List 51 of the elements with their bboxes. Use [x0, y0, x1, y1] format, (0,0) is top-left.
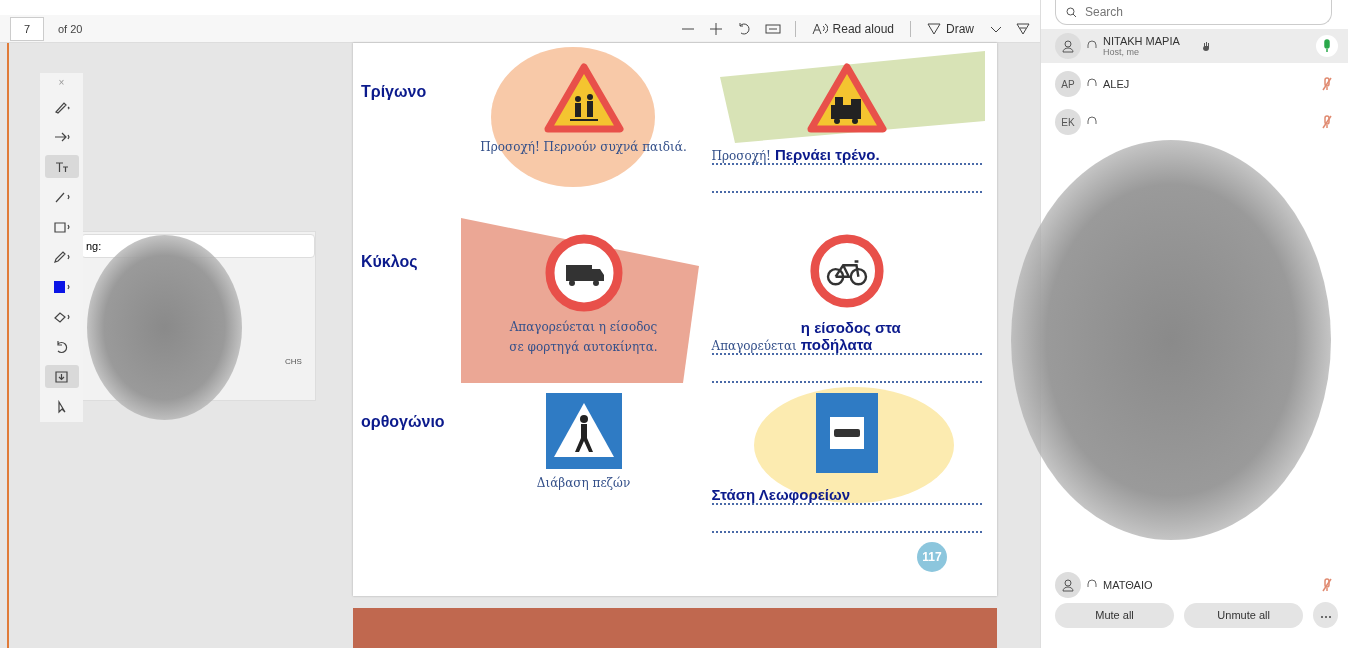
more-icon	[1319, 615, 1332, 619]
page-count: of 20	[58, 22, 83, 35]
participant-role: Host, me	[1103, 47, 1140, 57]
fit-page-icon[interactable]	[764, 21, 781, 36]
handwritten-answer: Στάση Λεωφορείων	[711, 486, 851, 503]
search-field[interactable]: Search	[1055, 0, 1332, 25]
sign-caption: Διάβαση πεζών	[536, 475, 631, 492]
shape-label: ορθογώνιο	[361, 412, 446, 432]
speaking-label: ng:	[81, 234, 315, 258]
draw-button[interactable]: Draw	[925, 19, 976, 38]
participant-row[interactable]: AP ALEJ	[1041, 67, 1348, 101]
sign-prompt: Προσοχή!	[711, 149, 771, 163]
fill-in-line[interactable]: Απαγορεύεται η είσοδος στα ποδήλατα	[711, 319, 982, 355]
participant-name: ΜΑΤΘΑΙΟ	[1103, 579, 1154, 591]
person-icon	[1061, 39, 1075, 53]
microphone-icon[interactable]	[1316, 35, 1338, 57]
page-number: 117	[917, 542, 947, 572]
sign-caption: Προσοχή! Περνούν συχνά παιδιά.	[480, 139, 687, 156]
avatar: AP	[1055, 71, 1081, 97]
draw-icon	[927, 22, 941, 35]
text-tool-button[interactable]	[44, 155, 79, 178]
zoom-in-icon[interactable]	[708, 21, 723, 36]
participant-row[interactable]: ΜΑΤΘΑΙΟ	[1041, 568, 1348, 602]
handwritten-answer: Περνάει τρένο.	[774, 146, 880, 163]
sign-prompt: Απαγορεύεται	[711, 339, 797, 353]
highlight-icon[interactable]	[1016, 22, 1030, 35]
avatar: EK	[1055, 109, 1081, 135]
mute-control-button[interactable]: Mute all	[1055, 602, 1175, 628]
fill-in-line[interactable]: Προσοχή! Περνάει τρένο.	[711, 143, 982, 165]
search-icon	[1066, 6, 1077, 18]
page-number-field[interactable]: 7	[10, 16, 44, 41]
save-icon	[52, 369, 71, 384]
participant-row[interactable]: EK	[1041, 105, 1348, 139]
save-tool-button[interactable]	[44, 365, 79, 388]
pen-icon	[52, 249, 71, 264]
fill-in-line[interactable]: Στάση Λεωφορείων	[711, 483, 982, 505]
color-swatch-icon	[52, 279, 71, 294]
participant-row[interactable]: NITAKH MAPIA Host, me	[1041, 29, 1348, 63]
read-aloud-icon	[811, 22, 828, 35]
shape-label: Κύκλος	[361, 252, 419, 272]
rotate-icon[interactable]	[736, 21, 751, 36]
speaker-name: CHS	[285, 357, 302, 366]
read-aloud-button[interactable]: Read aloud	[809, 19, 896, 38]
sign-caption: Απαγορεύεται η είσοδος σε φορτηγά αυτοκίνητα.	[509, 319, 658, 356]
person-icon	[1061, 578, 1075, 592]
participant-name: NITAKH MAPIA	[1103, 35, 1181, 47]
shape-label: Τρίγωνο	[361, 82, 428, 102]
participant-name: ALEJ	[1103, 78, 1131, 90]
mute-control-button[interactable]: Unmute all	[1184, 602, 1304, 628]
handwritten-answer: η είσοδος στα ποδήλατα	[800, 319, 901, 353]
search-input[interactable]: Search	[1083, 4, 1287, 20]
